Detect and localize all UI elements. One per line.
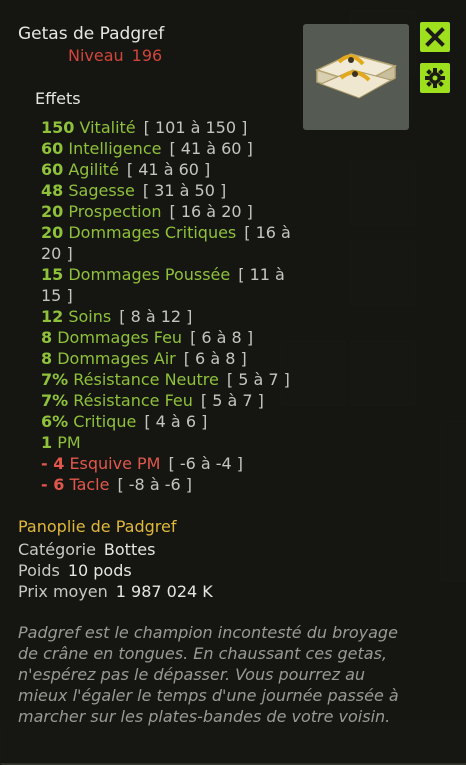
level-label: Niveau: [68, 46, 124, 65]
effect-line: - 4 Esquive PM [ -6 à -4 ]: [41, 453, 301, 474]
item-description: Padgref est le champion incontesté du br…: [18, 623, 399, 726]
item-tooltip: Getas de Padgref Niveau 196 Effets 150 V…: [0, 0, 466, 763]
settings-button[interactable]: [420, 63, 450, 93]
effect-name: Dommages Poussée: [68, 265, 231, 284]
effect-name: Vitalité: [79, 118, 136, 137]
price-value: 1 987 024 K: [115, 582, 213, 601]
effect-range: [ 4 à 6 ]: [144, 412, 208, 431]
effect-value: 8: [41, 349, 53, 368]
effect-range: [ 41 à 60 ]: [126, 160, 211, 179]
effect-name: Prospection: [68, 202, 162, 221]
effect-range: [ 16 à 20 ]: [169, 202, 253, 221]
effect-name: Résistance Neutre: [73, 370, 219, 389]
effect-value: 150: [41, 118, 75, 137]
effect-name: Dommages Air: [57, 349, 176, 368]
effect-range: [ 6 à 8 ]: [183, 349, 247, 368]
effect-name: Critique: [73, 412, 137, 431]
effect-name: Intelligence: [68, 139, 162, 158]
effect-value: 20: [41, 223, 64, 242]
set-name[interactable]: Panoplie de Padgref: [18, 517, 176, 536]
gear-icon: [425, 68, 445, 88]
effect-value: 7%: [41, 391, 69, 410]
effect-line: 20 Prospection [ 16 à 20 ]: [41, 201, 301, 222]
level-value: 196: [131, 46, 163, 65]
effect-line: 1 PM: [41, 432, 301, 453]
effect-value: 48: [41, 181, 64, 200]
effect-name: Soins: [68, 307, 112, 326]
effect-value: 1: [41, 433, 53, 452]
close-button[interactable]: [420, 22, 450, 52]
item-name: Getas de Padgref: [18, 24, 165, 44]
effect-name: Tacle: [69, 475, 110, 494]
effect-name: Dommages Critiques: [68, 223, 237, 242]
close-icon: [425, 27, 445, 47]
weight-value: 10 pods: [67, 561, 132, 580]
effect-line: 8 Dommages Feu [ 6 à 8 ]: [41, 327, 301, 348]
item-level: Niveau 196: [68, 46, 162, 65]
effect-name: Sagesse: [68, 181, 135, 200]
weight-row: Poids 10 pods: [18, 561, 132, 580]
effect-line: 15 Dommages Poussée[ 11 à 15 ]: [41, 264, 301, 306]
effect-line: - 6 Tacle [ -8 à -6 ]: [41, 474, 301, 495]
effect-range: [ 31 à 50 ]: [142, 181, 227, 200]
effect-line: 6% Critique [ 4 à 6 ]: [41, 411, 301, 432]
effect-line: 12 Soins [ 8 à 12 ]: [41, 306, 301, 327]
getas-icon: [314, 53, 398, 99]
category-row: Catégorie Bottes: [18, 540, 155, 559]
effect-value: - 4: [41, 454, 65, 473]
effects-heading: Effets: [35, 89, 81, 108]
price-label: Prix moyen: [18, 582, 108, 601]
effect-name: Dommages Feu: [57, 328, 183, 347]
effect-range: [ 8 à 12 ]: [119, 307, 193, 326]
effect-value: 60: [41, 160, 64, 179]
category-label: Catégorie: [18, 540, 96, 559]
price-row: Prix moyen 1 987 024 K: [18, 582, 213, 601]
effect-range: [ 5 à 7 ]: [226, 370, 290, 389]
effect-line: 150 Vitalité [ 101 à 150 ]: [41, 117, 301, 138]
weight-label: Poids: [18, 561, 60, 580]
effect-value: 6%: [41, 412, 69, 431]
category-value: Bottes: [103, 540, 156, 559]
effect-name: Esquive PM: [69, 454, 161, 473]
effect-value: - 6: [41, 475, 65, 494]
effect-range: [ 41 à 60 ]: [169, 139, 253, 158]
effect-line: 48 Sagesse [ 31 à 50 ]: [41, 180, 301, 201]
effect-name: Agilité: [68, 160, 119, 179]
effect-range: [ -6 à -4 ]: [168, 454, 244, 473]
effect-range: [ 6 à 8 ]: [190, 328, 254, 347]
effects-list: 150 Vitalité[ 101 à 150 ] 60 Intelligence…: [41, 117, 301, 495]
effect-line: 7% Résistance Feu [ 5 à 7 ]: [41, 390, 301, 411]
effect-range: [ 5 à 7 ]: [200, 391, 264, 410]
effect-line: 60 Agilité [ 41 à 60 ]: [41, 159, 301, 180]
effect-line: 8 Dommages Air [ 6 à 8 ]: [41, 348, 301, 369]
effect-line: 7% Résistance Neutre [ 5 à 7 ]: [41, 369, 301, 390]
effect-value: 15: [41, 265, 64, 284]
effect-range: [ -8 à -6 ]: [117, 475, 192, 494]
effect-name: Résistance Feu: [73, 391, 193, 410]
effect-value: 60: [41, 139, 64, 158]
effect-value: 12: [41, 307, 64, 326]
item-image: [303, 24, 409, 130]
effect-value: 7%: [41, 370, 69, 389]
effect-line: 20 Dommages Critiques[ 16 à 20 ]: [41, 222, 301, 264]
effect-line: 60 Intelligence [ 41 à 60 ]: [41, 138, 301, 159]
effect-range: [ 101 à 150 ]: [143, 118, 248, 137]
effect-name: PM: [57, 433, 81, 452]
effect-value: 20: [41, 202, 64, 221]
effect-value: 8: [41, 328, 53, 347]
